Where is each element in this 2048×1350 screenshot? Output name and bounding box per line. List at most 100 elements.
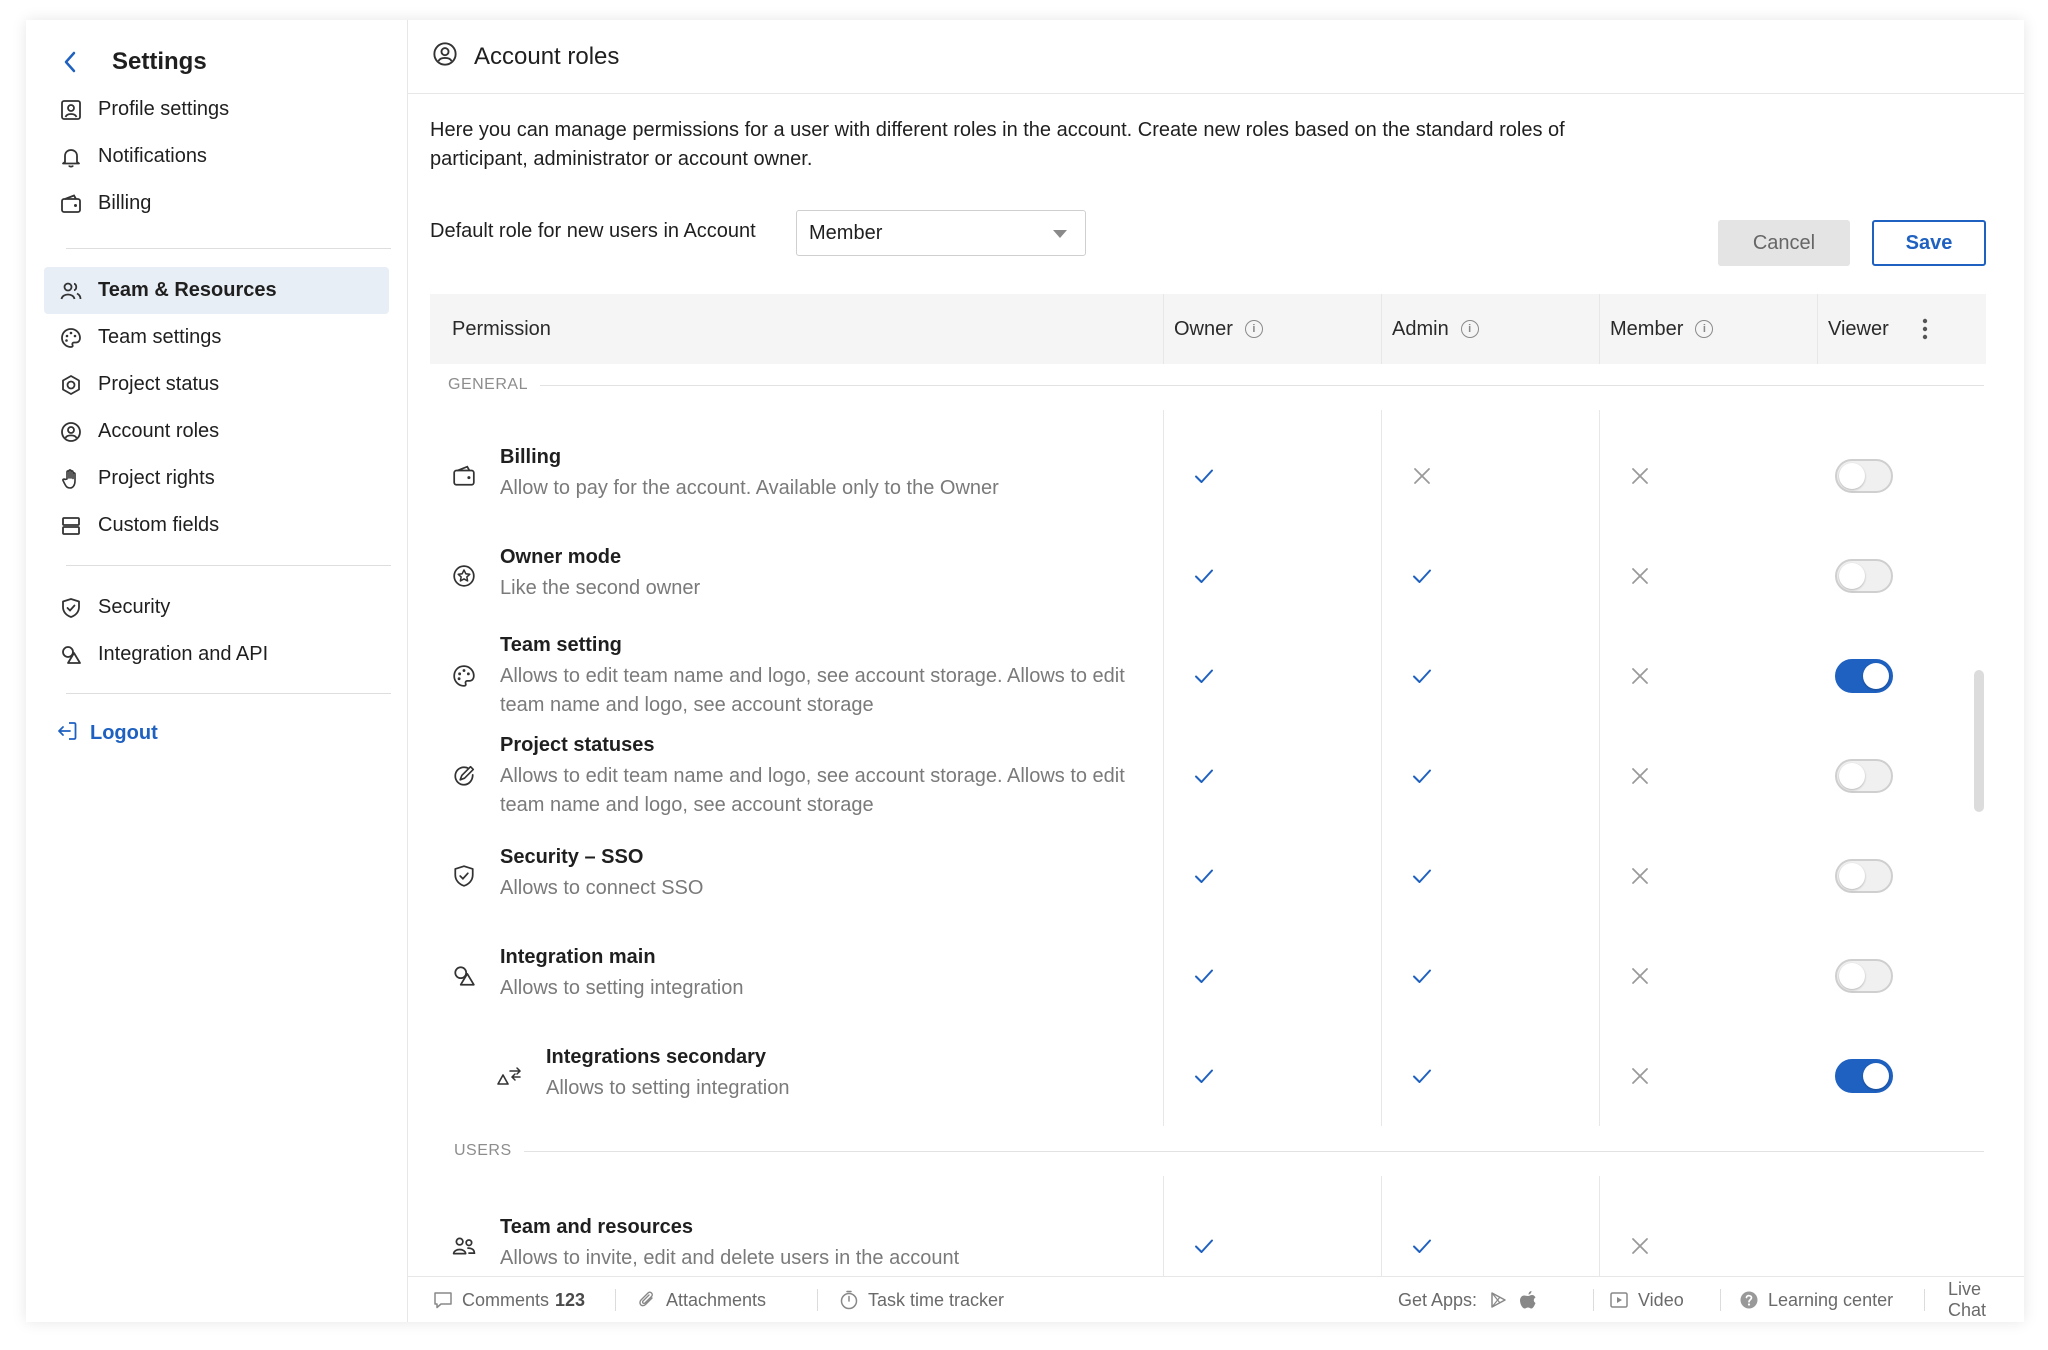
column-divider	[1381, 294, 1382, 364]
learning-center-button[interactable]: Learning center	[1726, 1277, 1893, 1322]
cross-icon	[1626, 462, 1654, 490]
apple-icon[interactable]	[1517, 1289, 1539, 1311]
permission-row: Billing Allow to pay for the account. Av…	[430, 430, 1986, 522]
column-divider	[1817, 294, 1818, 364]
comments-button[interactable]: Comments 123	[432, 1277, 585, 1322]
footer-bar: Comments 123 Attachments Task time track…	[408, 1276, 2024, 1322]
check-icon	[1408, 562, 1436, 590]
save-button[interactable]: Save	[1872, 220, 1986, 266]
toggle-knob	[1839, 463, 1865, 489]
video-button[interactable]: Video	[1596, 1277, 1684, 1322]
column-label: Admin	[1392, 317, 1449, 340]
cross-icon	[1626, 762, 1654, 790]
sidebar-item-notifications[interactable]: Notifications	[44, 133, 389, 180]
viewer-toggle[interactable]	[1835, 459, 1893, 493]
permission-description: Allows to setting integration	[546, 1077, 790, 1099]
info-icon[interactable]: i	[1244, 320, 1263, 338]
permission-title: Team and resources	[500, 1216, 694, 1238]
sidebar-item-project-status[interactable]: Project status	[44, 361, 389, 408]
sidebar-item-label: Billing	[98, 192, 152, 214]
check-icon	[1190, 762, 1218, 790]
sidebar-item-billing[interactable]: Billing	[44, 180, 389, 227]
check-icon	[1190, 862, 1218, 890]
palette-icon	[450, 662, 478, 690]
column-header-admin: Admin i	[1392, 294, 1479, 364]
scrollbar[interactable]	[1974, 670, 1984, 812]
back-arrow-icon[interactable]	[56, 48, 84, 76]
footer-divider	[1593, 1289, 1594, 1311]
comments-count: 123	[555, 1289, 586, 1310]
viewer-toggle[interactable]	[1835, 1059, 1893, 1093]
permission-row: Owner mode Like the second owner	[430, 530, 1986, 622]
permission-title: Integrations secondary	[546, 1046, 767, 1068]
check-icon	[1408, 1062, 1436, 1090]
sidebar-item-security[interactable]: Security	[44, 584, 389, 631]
default-role-value: Member	[809, 221, 883, 244]
sidebar-item-label: Integration and API	[98, 643, 269, 665]
toggle-knob	[1863, 663, 1889, 689]
google-play-icon[interactable]	[1487, 1289, 1509, 1311]
info-icon[interactable]: i	[1695, 320, 1714, 338]
fields-icon	[58, 513, 84, 539]
sidebar-item-team-resources[interactable]: Team & Resources	[44, 267, 389, 314]
logout-link[interactable]: Logout	[56, 720, 158, 747]
intro-text: Here you can manage permissions for a us…	[430, 119, 1565, 170]
column-divider	[1599, 294, 1600, 364]
toggle-knob	[1839, 863, 1865, 889]
check-icon	[1408, 762, 1436, 790]
bell-icon	[58, 144, 84, 170]
get-apps: Get Apps:	[1398, 1277, 1547, 1322]
section-divider	[539, 384, 1984, 386]
sidebar-item-project-rights[interactable]: Project rights	[44, 455, 389, 502]
sidebar-item-label: Team & Resources	[98, 279, 277, 301]
toggle-knob	[1839, 563, 1865, 589]
column-divider	[1163, 294, 1164, 364]
permission-description: Like the second owner	[500, 577, 701, 599]
sidebar-item-custom-fields[interactable]: Custom fields	[44, 502, 389, 549]
viewer-toggle[interactable]	[1835, 659, 1893, 693]
time-tracker-label: Task time tracker	[868, 1289, 1005, 1310]
user-circle-icon	[58, 419, 84, 445]
section-header-users: USERS	[454, 1142, 1984, 1160]
more-vertical-icon[interactable]	[1922, 294, 1928, 364]
transfer-icon	[496, 1062, 524, 1090]
permission-title: Billing	[500, 446, 562, 468]
section-header-general: GENERAL	[448, 376, 1984, 394]
team-icon	[58, 278, 84, 304]
sidebar-item-profile-settings[interactable]: Profile settings	[44, 86, 389, 133]
viewer-toggle[interactable]	[1835, 959, 1893, 993]
permission-row: Project statuses Allows to edit team nam…	[430, 730, 1986, 822]
column-header-owner: Owner i	[1174, 294, 1263, 364]
info-icon[interactable]: i	[1460, 320, 1479, 338]
check-icon	[1190, 1062, 1218, 1090]
default-role-select[interactable]: Member	[796, 210, 1086, 256]
app-window: Settings Profile settings Notifications …	[26, 20, 2024, 1322]
check-icon	[1408, 662, 1436, 690]
section-divider	[523, 1150, 1984, 1152]
sidebar-item-integration-api[interactable]: Integration and API	[44, 631, 389, 678]
permission-description: Allows to setting integration	[500, 977, 744, 999]
cancel-button[interactable]: Cancel	[1718, 220, 1850, 266]
permission-description: Allows to connect SSO	[500, 877, 704, 899]
time-tracker-button[interactable]: Task time tracker	[838, 1277, 1004, 1322]
page-header: Account roles	[408, 20, 2024, 94]
viewer-toggle[interactable]	[1835, 859, 1893, 893]
live-chat-button[interactable]: Live Chat	[1948, 1277, 2024, 1322]
get-apps-label: Get Apps:	[1398, 1289, 1478, 1310]
viewer-toggle[interactable]	[1835, 559, 1893, 593]
sidebar-divider	[66, 693, 391, 694]
cross-icon	[1626, 562, 1654, 590]
sidebar-item-label: Project status	[98, 373, 220, 395]
section-label: USERS	[454, 1142, 512, 1159]
footer-divider	[615, 1289, 616, 1311]
sidebar-item-account-roles[interactable]: Account roles	[44, 408, 389, 455]
viewer-toggle[interactable]	[1835, 759, 1893, 793]
sidebar-title: Settings	[112, 48, 207, 75]
sidebar-item-team-settings[interactable]: Team settings	[44, 314, 389, 361]
shapes-icon	[58, 642, 84, 668]
attachments-button[interactable]: Attachments	[636, 1277, 766, 1322]
help-icon	[1738, 1289, 1760, 1311]
cross-icon	[1626, 1232, 1654, 1260]
wallet-icon	[58, 191, 84, 217]
check-icon	[1190, 562, 1218, 590]
